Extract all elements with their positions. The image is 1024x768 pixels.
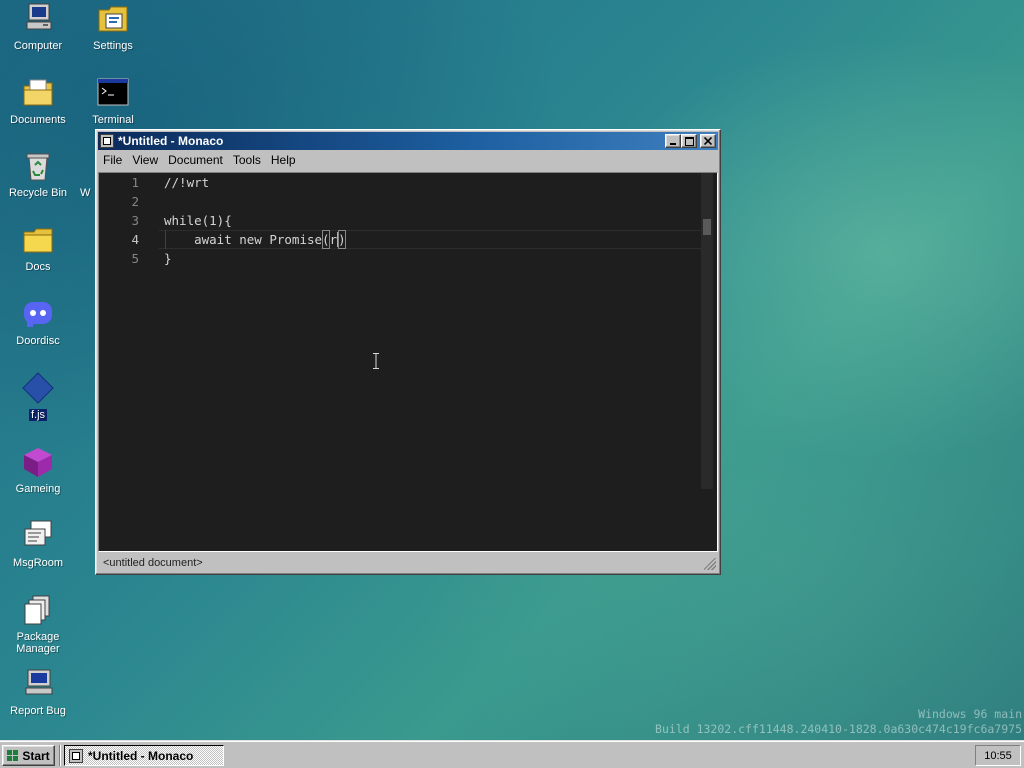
report-bug-icon xyxy=(21,667,55,701)
maximize-icon xyxy=(684,136,694,146)
desktop-icon-label: Doordisc xyxy=(16,335,60,347)
desktop-icon-label: Recycle Bin xyxy=(8,187,68,199)
clock: 10:55 xyxy=(984,749,1012,762)
status-document-name: <untitled document> xyxy=(103,557,203,569)
watermark-line-1: Windows 96 main xyxy=(918,707,1022,721)
gameing-cube-icon xyxy=(21,445,55,479)
vertical-scrollbar[interactable] xyxy=(701,173,713,489)
app-icon[interactable] xyxy=(100,134,114,148)
line-number: 1 xyxy=(131,175,139,190)
start-logo-icon xyxy=(7,749,19,761)
title-bar[interactable]: *Untitled - Monaco xyxy=(98,132,718,150)
computer-icon xyxy=(21,2,55,36)
desktop-icon-package-manager[interactable]: Package Manager xyxy=(1,593,75,655)
desktop-icon-label: Documents xyxy=(10,114,66,126)
desktop-icon-label: MsgRoom xyxy=(12,557,64,569)
recycle-bin-icon xyxy=(21,149,55,183)
package-manager-icon xyxy=(21,593,55,627)
desktop-icon-gameing[interactable]: Gameing xyxy=(1,445,75,495)
window-title: *Untitled - Monaco xyxy=(118,134,224,148)
i-beam-cursor-icon xyxy=(373,353,379,369)
desktop-icon-recycle-bin[interactable]: Recycle Bin xyxy=(1,149,75,199)
menu-tools[interactable]: Tools xyxy=(228,153,266,167)
build-watermark: Windows 96 main Build 13202.cff11448.240… xyxy=(655,707,1022,737)
desktop-icon-doordisc[interactable]: Doordisc xyxy=(1,297,75,347)
doordisc-icon xyxy=(21,297,55,331)
desktop-icon-documents[interactable]: Documents xyxy=(1,76,75,126)
line-number: 3 xyxy=(131,213,139,228)
desktop-icon-label: Settings xyxy=(93,40,133,52)
bracket-close: ) xyxy=(338,230,346,249)
taskbar-separator xyxy=(59,745,61,766)
taskbar: Start *Untitled - Monaco 10:55 xyxy=(0,740,1024,768)
desktop-icon-computer[interactable]: Computer xyxy=(1,2,75,52)
monaco-window: *Untitled - Monaco File View Document To… xyxy=(95,129,721,575)
terminal-icon xyxy=(96,76,130,110)
code-line[interactable]: while(1){ xyxy=(164,211,232,230)
minimize-button[interactable] xyxy=(665,134,681,148)
maximize-button[interactable] xyxy=(681,134,697,148)
line-number-active: 4 xyxy=(131,232,139,247)
fjs-diamond-icon xyxy=(21,371,55,405)
desktop-icon-settings[interactable]: Settings xyxy=(76,2,150,52)
desktop-icon-label: Terminal xyxy=(92,114,134,126)
menu-file[interactable]: File xyxy=(98,153,127,167)
desktop-icon-msgroom[interactable]: MsgRoom xyxy=(1,519,75,569)
resize-grip-icon[interactable] xyxy=(704,558,716,570)
docs-folder-icon xyxy=(21,223,55,257)
start-button[interactable]: Start xyxy=(2,745,55,766)
line-number: 2 xyxy=(131,194,139,209)
minimize-icon xyxy=(670,143,676,145)
desktop-icon-fjs[interactable]: f.js xyxy=(1,371,75,421)
menu-help[interactable]: Help xyxy=(266,153,301,167)
code-line-active[interactable]: await new Promise(r) xyxy=(164,230,346,249)
code-text: r xyxy=(329,232,338,247)
desktop-icon-label: f.js xyxy=(28,409,48,421)
desktop-icon-label: Package Manager xyxy=(16,631,60,655)
desktop-icon-label: Computer xyxy=(13,40,63,52)
code-editor[interactable]: 1 //!wrt 2 3 while(1){ 4 await new Promi… xyxy=(98,172,718,552)
bracket-open: ( xyxy=(322,230,330,249)
status-bar: <untitled document> xyxy=(98,554,718,572)
desktop-icon-label: Report Bug xyxy=(10,705,66,717)
settings-icon xyxy=(96,2,130,36)
code-line[interactable]: //!wrt xyxy=(164,173,209,192)
code-text: await new Promise xyxy=(164,232,323,247)
desktop-icon-label: Gameing xyxy=(15,483,61,495)
desktop-icon-label: Docs xyxy=(25,261,51,273)
line-number: 5 xyxy=(131,251,139,266)
menu-document[interactable]: Document xyxy=(163,153,228,167)
watermark-line-2: Build 13202.cff11448.240410-1828.0a630c4… xyxy=(655,722,1022,736)
taskbar-window-label: *Untitled - Monaco xyxy=(88,748,194,763)
close-button[interactable] xyxy=(700,134,716,148)
window-app-icon xyxy=(69,748,83,763)
desktop-icon-terminal[interactable]: Terminal xyxy=(76,76,150,126)
scrollbar-thumb[interactable] xyxy=(703,219,711,235)
msgroom-icon xyxy=(21,519,55,553)
taskbar-window-button[interactable]: *Untitled - Monaco xyxy=(64,745,224,766)
desktop-icon-report-bug[interactable]: Report Bug xyxy=(1,667,75,717)
system-tray[interactable]: 10:55 xyxy=(975,745,1021,766)
documents-folder-icon xyxy=(21,76,55,110)
menu-bar: File View Document Tools Help xyxy=(98,150,718,170)
close-icon xyxy=(704,137,712,145)
menu-view[interactable]: View xyxy=(127,153,163,167)
desktop-icon-docs[interactable]: Docs xyxy=(1,223,75,273)
code-line[interactable]: } xyxy=(164,249,172,268)
start-label: Start xyxy=(22,748,50,763)
